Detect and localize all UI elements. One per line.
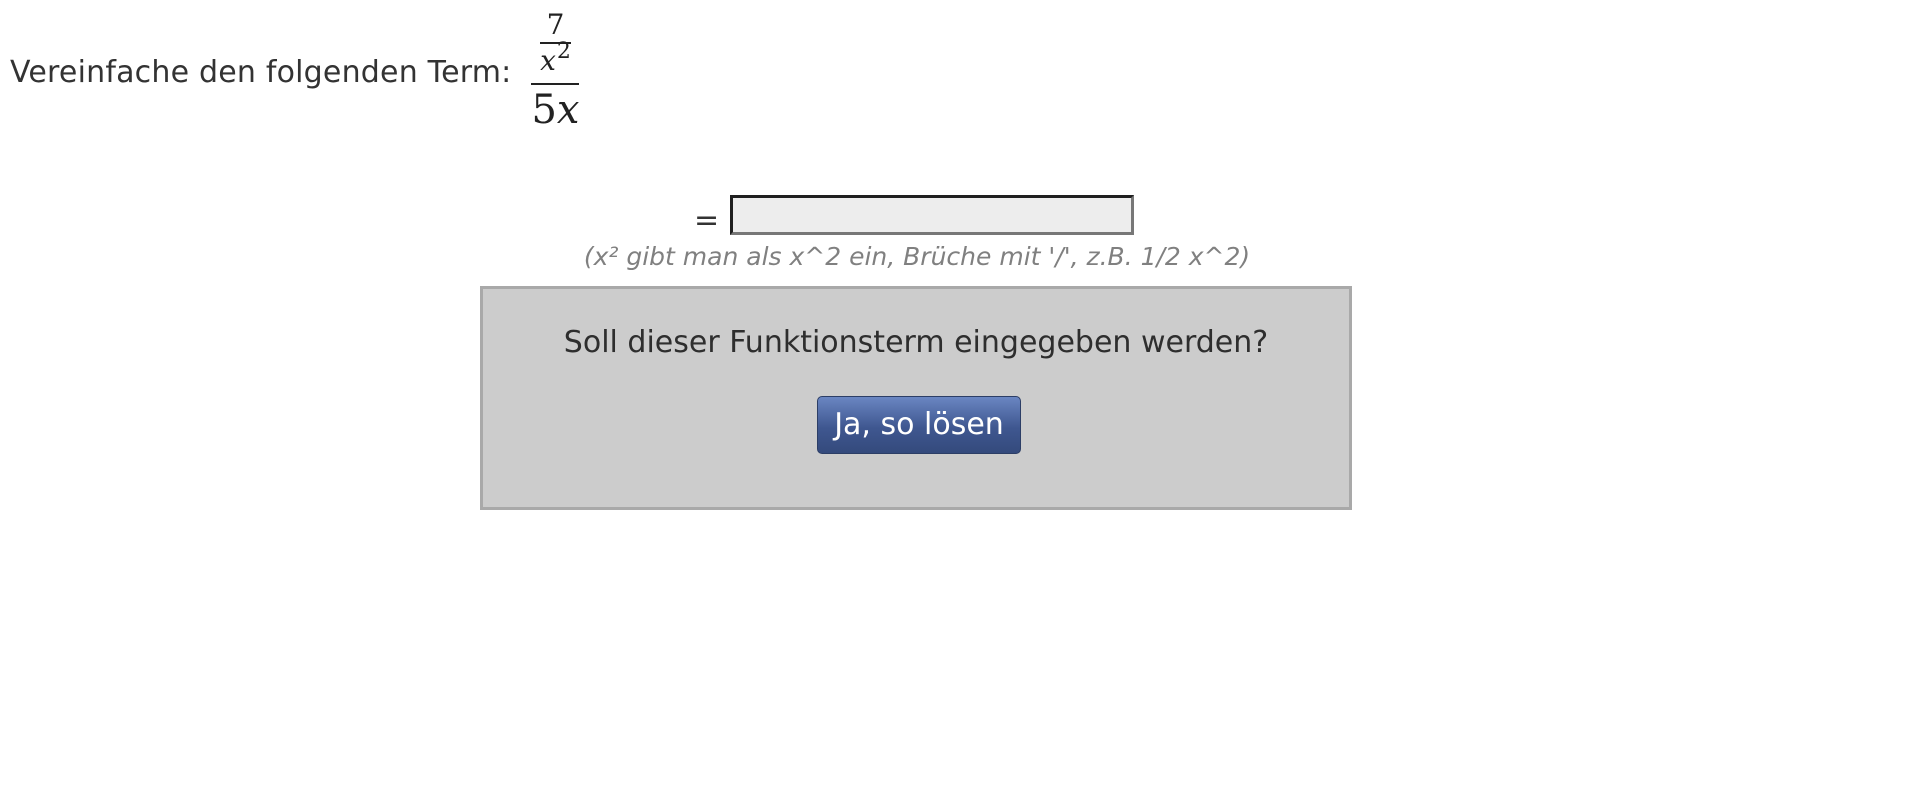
equals-sign: = <box>694 203 720 238</box>
term-inner-denominator-exponent: 2 <box>556 38 571 64</box>
term-outer-fraction-bar <box>531 82 580 85</box>
task-prompt: Vereinfache den folgenden Term: 7 x2 5x <box>10 7 581 131</box>
term-fraction: 7 x2 5x <box>529 7 581 131</box>
term-inner-numerator: 7 <box>546 7 565 41</box>
term-inner-denominator: x2 <box>540 39 571 80</box>
term-outer-denominator: 5x <box>531 89 579 131</box>
term-inner-fraction: 7 x2 <box>536 7 575 80</box>
solve-button[interactable]: Ja, so lösen <box>817 396 1021 454</box>
confirm-question: Soll dieser Funktionsterm eingegeben wer… <box>563 325 1269 360</box>
answer-row: = <box>0 195 1920 240</box>
answer-input[interactable] <box>730 195 1134 235</box>
confirm-box: Soll dieser Funktionsterm eingegeben wer… <box>480 286 1352 510</box>
term-inner-denominator-var: x <box>540 43 556 77</box>
term-outer-denominator-var: x <box>556 86 580 133</box>
term-outer-denominator-coef: 5 <box>531 86 557 133</box>
input-hint: (x² gibt man als x^2 ein, Brüche mit '/'… <box>583 242 1251 271</box>
task-label: Vereinfache den folgenden Term: <box>10 54 512 90</box>
